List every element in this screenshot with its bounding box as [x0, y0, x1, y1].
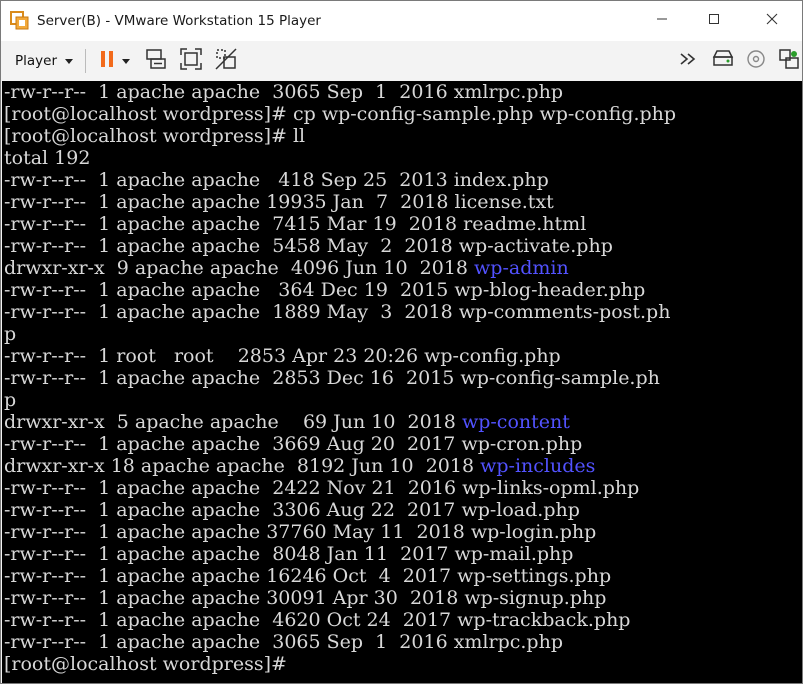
terminal-line: -rw-r--r-- 1 apache apache 16246 Oct 4 2… [4, 565, 611, 587]
directory-name: wp-content [461, 411, 570, 433]
chevron-down-icon [122, 58, 131, 64]
terminal-text: -rw-r--r-- 1 apache apache 3065 Sep 1 20… [4, 81, 563, 103]
minimize-icon [656, 13, 668, 29]
terminal-text: -rw-r--r-- 1 apache apache 7415 Mar 19 2… [4, 213, 587, 235]
terminal-text: drwxr-xr-x 9 apache apache 4096 Jun 10 2… [4, 257, 475, 279]
fast-forward-button[interactable] [677, 48, 702, 74]
cd-icon [745, 48, 767, 74]
terminal-text: p [4, 389, 17, 411]
vmware-logo-icon [10, 11, 30, 31]
terminal-line: -rw-r--r-- 1 root root 2853 Apr 23 20:26… [4, 345, 561, 367]
fit-guest-icon [179, 47, 203, 75]
unity-icon [214, 47, 238, 75]
toolbar: Player [1, 41, 802, 81]
fit-guest-button[interactable] [178, 48, 203, 74]
fast-forward-icon [678, 48, 700, 74]
terminal-line: -rw-r--r-- 1 apache apache 2422 Nov 21 2… [4, 477, 639, 499]
removable-devices-icon [711, 47, 735, 75]
terminal-text: -rw-r--r-- 1 apache apache 37760 May 11 … [4, 521, 597, 543]
terminal-text: -rw-r--r-- 1 apache apache 418 Sep 25 20… [4, 169, 549, 191]
terminal-line: -rw-r--r-- 1 apache apache 3306 Aug 22 2… [4, 499, 580, 521]
terminal-text: -rw-r--r-- 1 apache apache 2853 Dec 16 2… [4, 367, 660, 389]
terminal-line: -rw-r--r-- 1 apache apache 19935 Jan 7 2… [4, 191, 554, 213]
send-ctrl-alt-del-icon [144, 47, 168, 75]
terminal-text: -rw-r--r-- 1 apache apache 3669 Aug 20 2… [4, 433, 583, 455]
maximize-icon [708, 13, 720, 29]
terminal-text: [root@localhost wordpress]# ll [4, 125, 306, 147]
terminal-text: -rw-r--r-- 1 apache apache 3065 Sep 1 20… [4, 631, 563, 653]
terminal-text: -rw-r--r-- 1 apache apache 1889 May 3 20… [4, 301, 671, 323]
window-title: Server(B) - VMware Workstation 15 Player [37, 13, 321, 29]
terminal-text: drwxr-xr-x 5 apache apache 69 Jun 10 201… [4, 411, 462, 433]
settings-button[interactable] [777, 48, 802, 74]
terminal-line: -rw-r--r-- 1 apache apache 7415 Mar 19 2… [4, 213, 586, 235]
terminal-line: -rw-r--r-- 1 apache apache 5458 May 2 20… [4, 235, 613, 257]
terminal-line: -rw-r--r-- 1 apache apache 3065 Sep 1 20… [4, 631, 563, 653]
terminal-line: -rw-r--r-- 1 apache apache 4620 Oct 24 2… [4, 609, 630, 631]
terminal-line: [root@localhost wordpress]# [4, 653, 287, 675]
guest-console-terminal[interactable]: -rw-r--r-- 1 apache apache 3065 Sep 1 20… [2, 81, 802, 683]
terminal-line: -rw-r--r-- 1 apache apache 364 Dec 19 20… [4, 279, 645, 301]
cd-button[interactable] [743, 48, 768, 74]
terminal-text: -rw-r--r-- 1 root root 2853 Apr 23 20:26… [4, 345, 561, 367]
toolbar-separator [85, 49, 86, 73]
terminal-line: [root@localhost wordpress]# ll [4, 125, 305, 147]
terminal-line: -rw-r--r-- 1 apache apache 3669 Aug 20 2… [4, 433, 582, 455]
terminal-line: drwxr-xr-x 18 apache apache 8192 Jun 10 … [4, 455, 595, 477]
terminal-text: -rw-r--r-- 1 apache apache 5458 May 2 20… [4, 235, 613, 257]
terminal-line: -rw-r--r-- 1 apache apache 30091 Apr 30 … [4, 587, 606, 609]
terminal-text: [root@localhost wordpress]# cp wp-config… [4, 103, 677, 125]
terminal-text: -rw-r--r-- 1 apache apache 30091 Apr 30 … [4, 587, 607, 609]
directory-name: wp-includes [480, 455, 596, 477]
terminal-text: total 192 [4, 147, 91, 169]
terminal-line: -rw-r--r-- 1 apache apache 37760 May 11 … [4, 521, 596, 543]
player-menu-label: Player [15, 53, 58, 69]
pause-button[interactable] [94, 48, 119, 74]
title-bar[interactable]: Server(B) - VMware Workstation 15 Player [1, 1, 802, 41]
close-icon [766, 13, 778, 29]
terminal-line: total 192 [4, 147, 90, 169]
terminal-line: p [4, 323, 16, 345]
settings-icon [777, 47, 801, 75]
player-menu-button[interactable]: Player [15, 53, 74, 69]
terminal-text: -rw-r--r-- 1 apache apache 4620 Oct 24 2… [4, 609, 631, 631]
terminal-text: -rw-r--r-- 1 apache apache 3306 Aug 22 2… [4, 499, 580, 521]
terminal-line: -rw-r--r-- 1 apache apache 418 Sep 25 20… [4, 169, 549, 191]
terminal-line: -rw-r--r-- 1 apache apache 8048 Jan 11 2… [4, 543, 573, 565]
terminal-text: -rw-r--r-- 1 apache apache 16246 Oct 4 2… [4, 565, 612, 587]
chevron-down-icon [65, 58, 74, 64]
terminal-text: -rw-r--r-- 1 apache apache 2422 Nov 21 2… [4, 477, 640, 499]
terminal-text: -rw-r--r-- 1 apache apache 19935 Jan 7 2… [4, 191, 554, 213]
terminal-text: p [4, 323, 17, 345]
pause-icon [96, 48, 118, 74]
terminal-text: drwxr-xr-x 18 apache apache 8192 Jun 10 … [4, 455, 481, 477]
unity-button[interactable] [214, 48, 239, 74]
pause-options-dropdown[interactable] [119, 48, 133, 74]
maximize-button[interactable] [691, 1, 737, 41]
close-button[interactable] [749, 1, 795, 41]
directory-name: wp-admin [474, 257, 569, 279]
terminal-line: -rw-r--r-- 1 apache apache 3065 Sep 1 20… [4, 81, 563, 103]
terminal-line: -rw-r--r-- 1 apache apache 2853 Dec 16 2… [4, 367, 660, 389]
terminal-line: -rw-r--r-- 1 apache apache 1889 May 3 20… [4, 301, 670, 323]
minimize-button[interactable] [639, 1, 685, 41]
terminal-line: p [4, 389, 16, 411]
vmware-player-window: Server(B) - VMware Workstation 15 Player… [0, 0, 803, 684]
removable-devices-button[interactable] [710, 48, 735, 74]
terminal-line: [root@localhost wordpress]# cp wp-config… [4, 103, 676, 125]
terminal-line: drwxr-xr-x 9 apache apache 4096 Jun 10 2… [4, 257, 569, 279]
terminal-text: -rw-r--r-- 1 apache apache 8048 Jan 11 2… [4, 543, 574, 565]
terminal-text: [root@localhost wordpress]# [4, 653, 287, 675]
terminal-line: drwxr-xr-x 5 apache apache 69 Jun 10 201… [4, 411, 570, 433]
terminal-text: -rw-r--r-- 1 apache apache 364 Dec 19 20… [4, 279, 646, 301]
send-ctrl-alt-del-button[interactable] [143, 48, 168, 74]
